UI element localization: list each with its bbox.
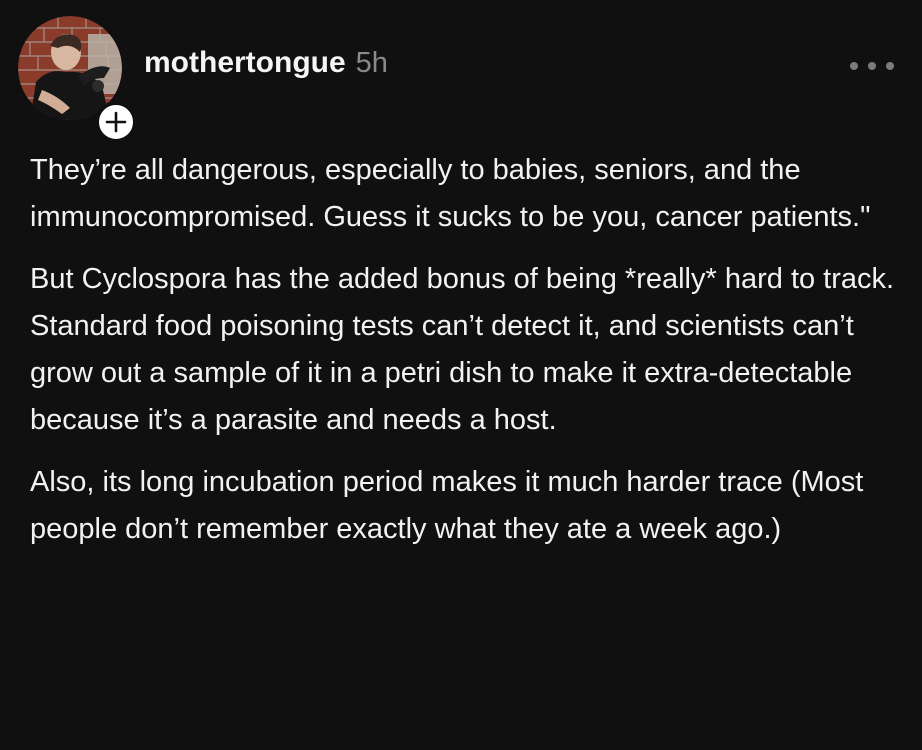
more-dot <box>886 62 894 70</box>
post-paragraph: They’re all dangerous, especially to bab… <box>30 154 871 233</box>
plus-icon <box>105 111 127 133</box>
post-header: mothertongue 5h <box>144 46 388 80</box>
follow-button[interactable] <box>95 101 137 143</box>
post-card: mothertongue 5h They’re all dangerous, e… <box>0 0 922 750</box>
avatar-container[interactable] <box>18 16 137 143</box>
post-body: They’re all dangerous, especially to bab… <box>30 147 910 568</box>
more-dot <box>868 62 876 70</box>
post-paragraph: Also, its long incubation period makes i… <box>30 466 864 545</box>
post-paragraph: But Cyclospora has the added bonus of be… <box>30 263 895 436</box>
post-timestamp: 5h <box>355 47 388 79</box>
more-horizontal-icon[interactable] <box>850 56 894 76</box>
username-link[interactable]: mothertongue <box>144 46 346 80</box>
more-dot <box>850 62 858 70</box>
